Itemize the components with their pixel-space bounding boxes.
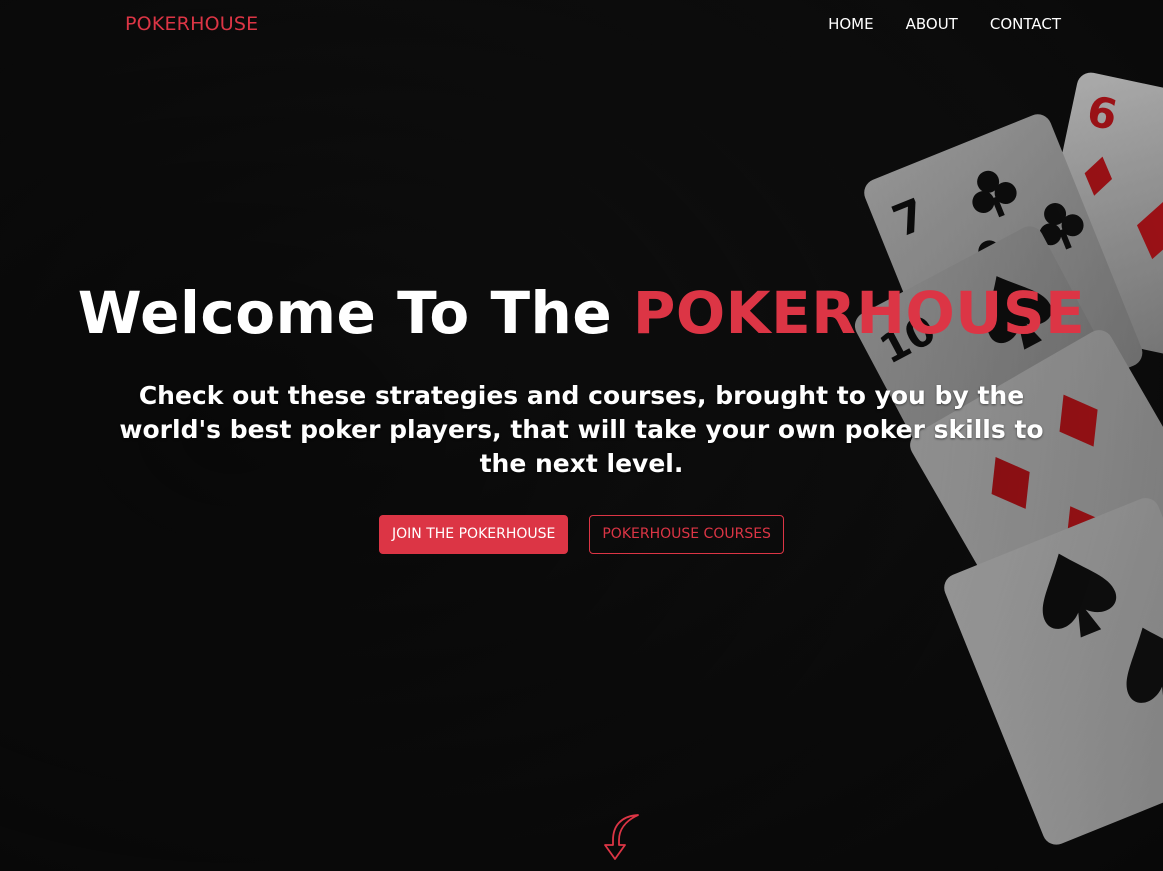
hero-headline: Welcome To The POKERHOUSE — [0, 275, 1163, 351]
brand-logo-link[interactable]: POKERHOUSE — [125, 13, 258, 35]
hero-subtitle: Check out these strategies and courses, … — [119, 381, 1044, 478]
svg-text:7: 7 — [886, 189, 933, 248]
join-pokerhouse-button[interactable]: JOIN THE POKERHOUSE — [379, 515, 569, 554]
hero-section: 6 7 10 9 POKERHOUSE HOME ABOUT CONTACT W… — [0, 0, 1163, 871]
headline-prefix: Welcome To The — [77, 279, 633, 347]
nav-links: HOME ABOUT CONTACT — [828, 15, 1061, 33]
arrow-down-curved-icon[interactable] — [591, 812, 643, 864]
navbar: POKERHOUSE HOME ABOUT CONTACT — [0, 0, 1163, 50]
headline-accent: POKERHOUSE — [632, 279, 1086, 347]
svg-text:6: 6 — [1083, 86, 1122, 140]
nav-home-link[interactable]: HOME — [828, 15, 874, 33]
hero-content: Welcome To The POKERHOUSE Check out thes… — [0, 275, 1163, 554]
pokerhouse-courses-button[interactable]: POKERHOUSE COURSES — [589, 515, 784, 554]
hero-buttons: JOIN THE POKERHOUSE POKERHOUSE COURSES — [0, 515, 1163, 554]
nav-contact-link[interactable]: CONTACT — [990, 15, 1061, 33]
nav-about-link[interactable]: ABOUT — [906, 15, 958, 33]
svg-text:9: 9 — [1044, 611, 1091, 665]
